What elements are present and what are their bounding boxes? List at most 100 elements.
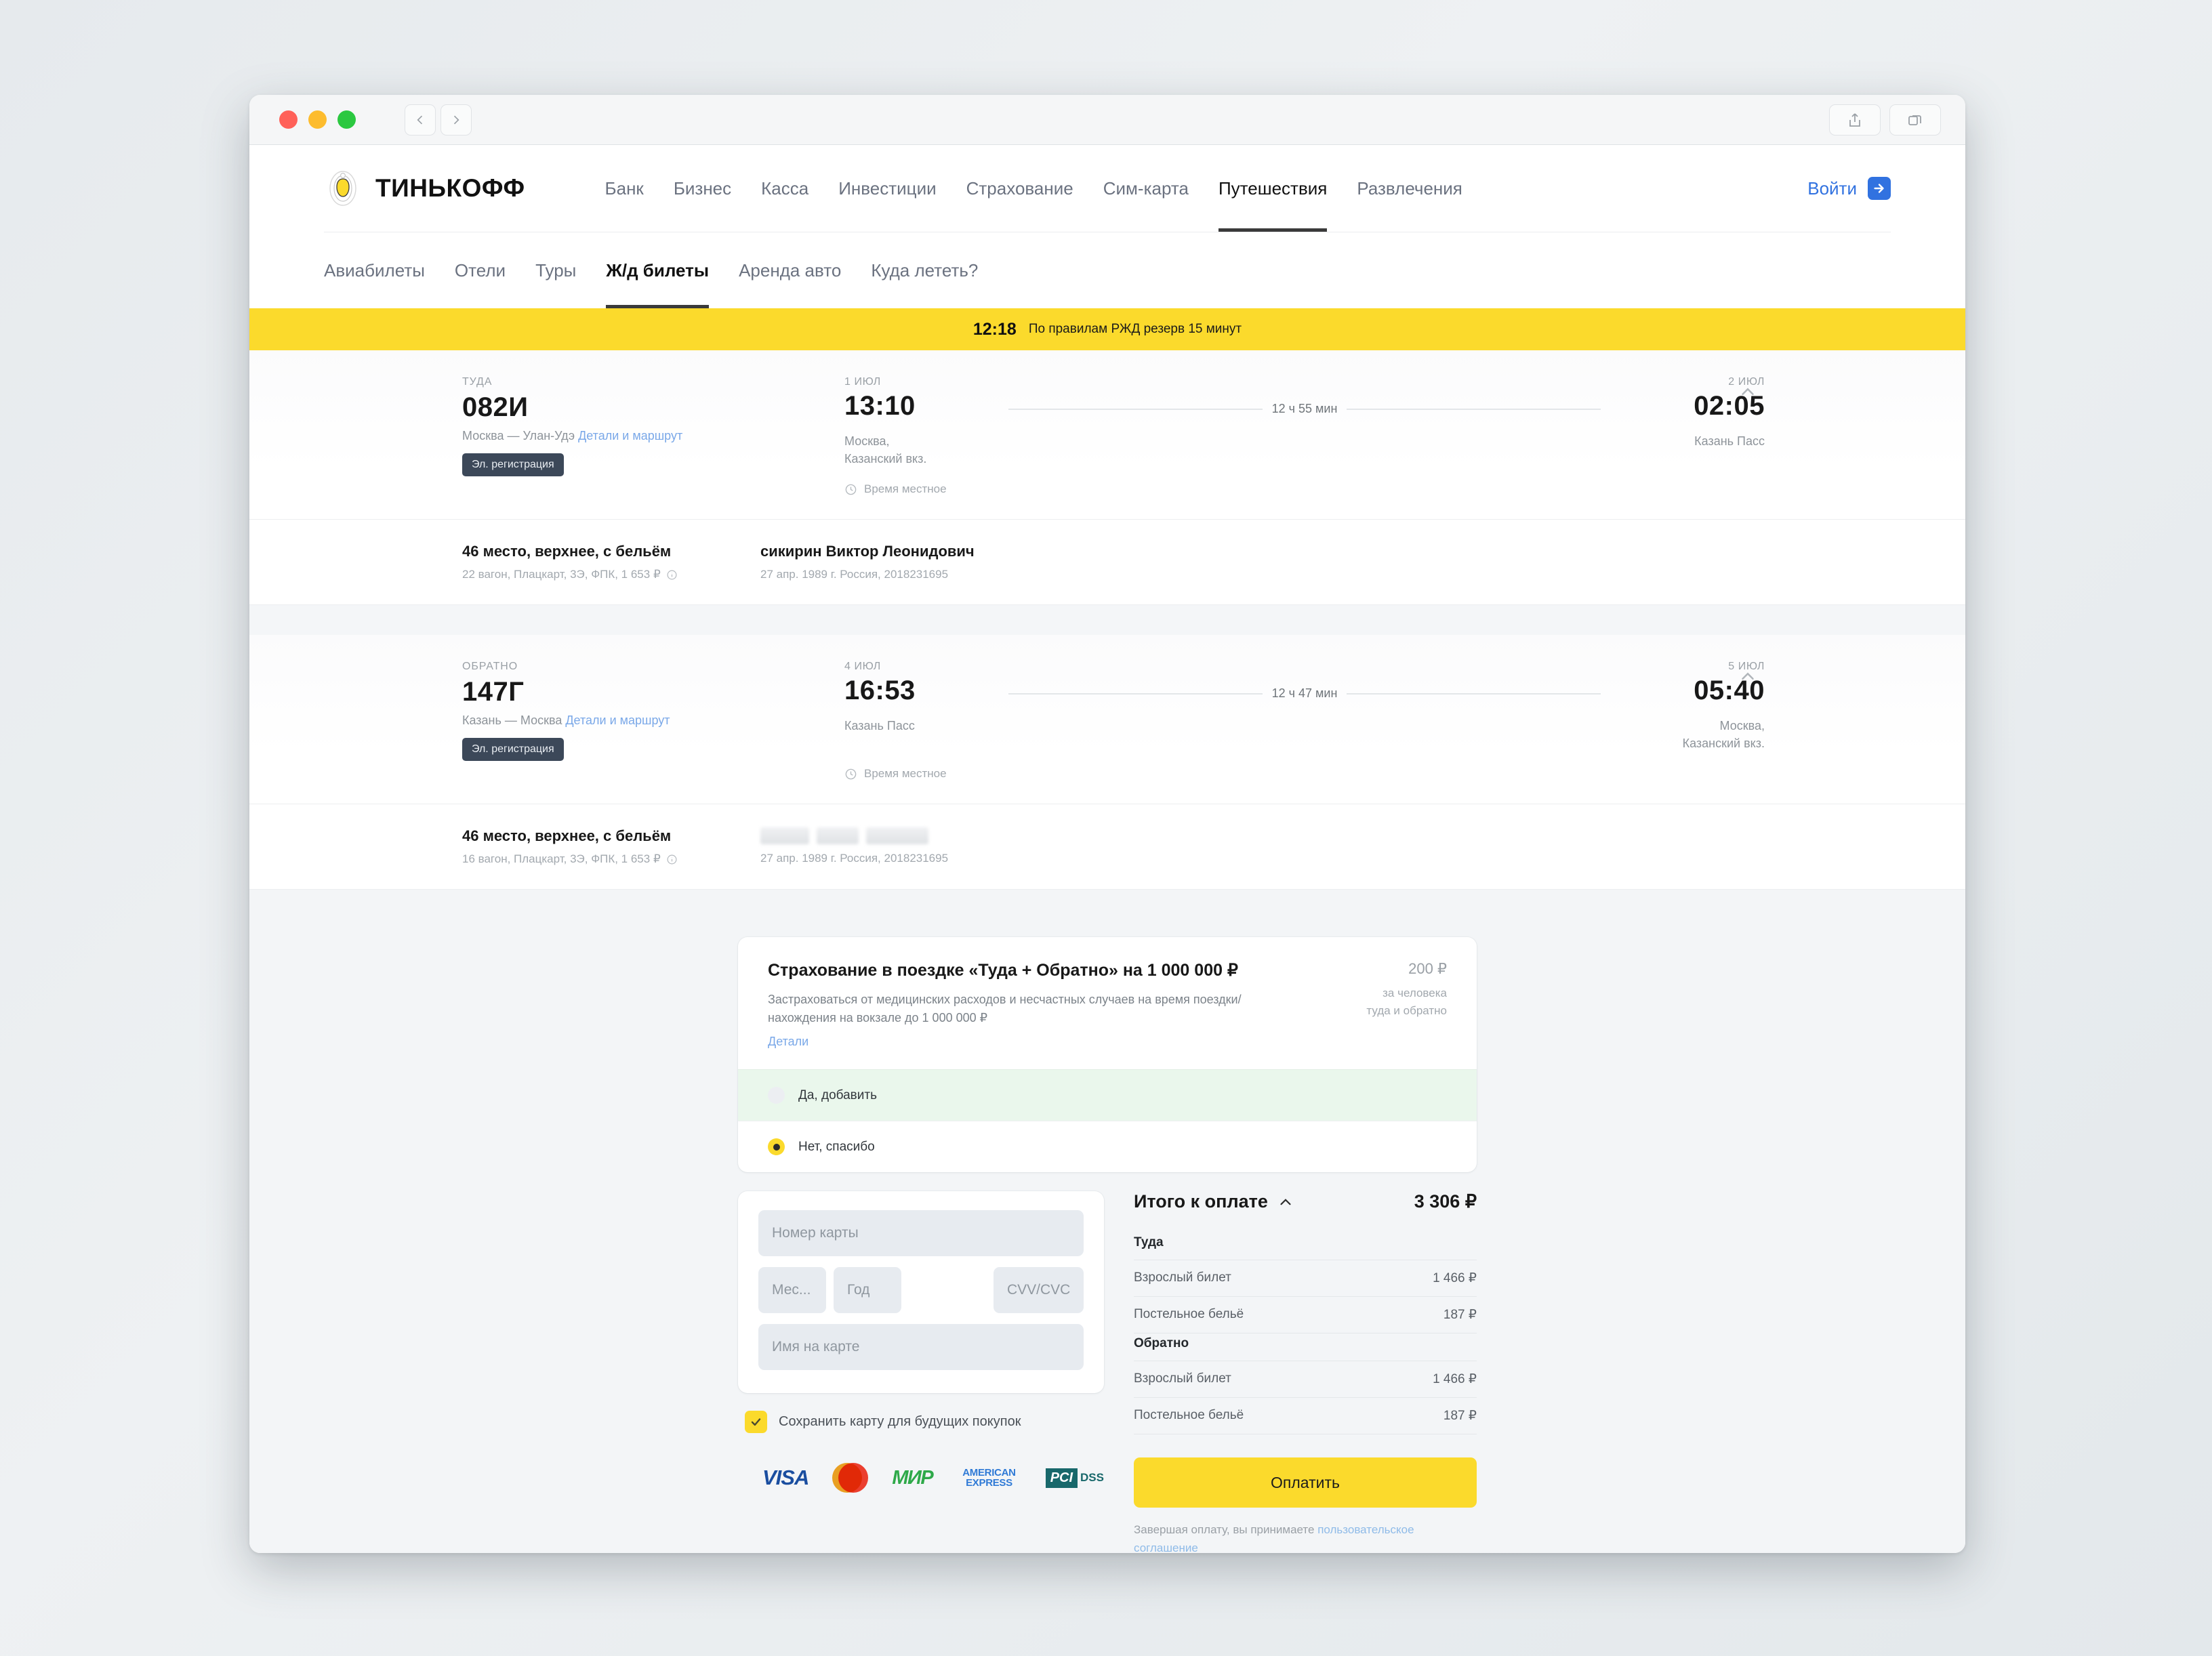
total-line-item: Взрослый билет 1 466 ₽ — [1134, 1361, 1477, 1397]
subnav-item-flights[interactable]: Авиабилеты — [324, 232, 440, 308]
total-line-value: 1 466 ₽ — [1433, 1372, 1477, 1387]
route-details-link[interactable]: Детали и маршрут — [578, 429, 682, 442]
insurance-option-yes[interactable]: Да, добавить — [738, 1069, 1477, 1121]
departure-date: 1 ИЮЛ — [844, 376, 881, 388]
route-cities: Москва — Улан-Удэ — [462, 429, 575, 442]
nav-item-entertainment[interactable]: Развлечения — [1342, 145, 1477, 232]
seat-info: 46 место, верхнее, с бельём 22 вагон, Пл… — [462, 543, 760, 581]
info-icon[interactable] — [666, 854, 678, 865]
login-arrow-icon — [1868, 177, 1891, 200]
insurance-details-link[interactable]: Детали — [768, 1035, 808, 1049]
collapse-trip-button[interactable] — [1738, 666, 1758, 686]
minimize-window-button[interactable] — [308, 110, 327, 129]
cardholder-name-input[interactable]: Имя на карте — [758, 1324, 1084, 1371]
tinkoff-logo[interactable]: ТИНЬКОФФ — [324, 169, 525, 207]
trip-outbound-passenger-row: 46 место, верхнее, с бельём 22 вагон, Пл… — [249, 519, 1965, 606]
browser-titlebar — [249, 95, 1965, 145]
web-page: ТИНЬКОФФ Банк Бизнес Касса Инвестиции Ст… — [249, 145, 1965, 1553]
total-line-label: Постельное бельё — [1134, 1307, 1244, 1322]
local-time-note: Время местное — [844, 482, 1765, 496]
nav-item-simcard[interactable]: Сим-карта — [1088, 145, 1204, 232]
total-line-item: Постельное бельё 187 ₽ — [1134, 1397, 1477, 1434]
login-label: Войти — [1807, 178, 1857, 199]
save-card-checkbox[interactable] — [745, 1411, 767, 1434]
route-details-link[interactable]: Детали и маршрут — [565, 713, 670, 727]
chevron-right-icon — [453, 115, 459, 124]
back-button[interactable] — [405, 104, 436, 136]
nav-item-kassa[interactable]: Касса — [746, 145, 823, 232]
trip-direction-label: ОБРАТНО — [462, 661, 518, 673]
share-button[interactable] — [1829, 104, 1881, 136]
subnav-item-car-rental[interactable]: Аренда авто — [724, 232, 856, 308]
chevron-up-icon — [1280, 1199, 1291, 1205]
agreement-prefix: Завершая оплату, вы принимаете — [1134, 1523, 1318, 1537]
chevron-left-icon — [417, 115, 423, 124]
expiry-month-input[interactable]: Мес... — [758, 1267, 826, 1314]
chevron-up-icon — [1742, 672, 1754, 680]
insurance-option-no[interactable]: Нет, спасибо — [738, 1121, 1477, 1172]
local-time-note: Время местное — [844, 767, 1765, 781]
info-icon[interactable] — [666, 569, 678, 581]
mastercard-logo — [832, 1463, 869, 1493]
duration-block: 12 ч 55 мин — [1000, 402, 1609, 416]
eregistration-badge: Эл. регистрация — [462, 453, 564, 476]
trip-direction-label: ТУДА — [462, 376, 493, 388]
save-card-row[interactable]: Сохранить карту для будущих покупок — [738, 1411, 1104, 1434]
departure-date: 4 ИЮЛ — [844, 661, 881, 673]
clock-icon — [845, 484, 857, 495]
passenger-document: 27 апр. 1989 г. Россия, 2018231695 — [760, 852, 949, 865]
collapse-trip-button[interactable] — [1738, 381, 1758, 402]
train-number: 082И — [462, 392, 529, 422]
route-cities: Казань — Москва — [462, 713, 562, 728]
pay-button[interactable]: Оплатить — [1134, 1457, 1477, 1508]
visa-logo: VISA — [762, 1466, 809, 1490]
total-line-value: 187 ₽ — [1443, 1409, 1477, 1424]
nav-item-travel[interactable]: Путешествия — [1204, 145, 1342, 232]
trip-duration: 12 ч 47 мин — [1271, 686, 1338, 701]
card-number-input[interactable]: Номер карты — [758, 1210, 1084, 1257]
checkout-section: Страхование в поездке «Туда + Обратно» н… — [249, 890, 1965, 1553]
seat-details-text: 16 вагон, Плацкарт, 3Э, ФПК, 1 653 ₽ — [462, 852, 661, 866]
insurance-option-yes-label: Да, добавить — [798, 1088, 877, 1102]
login-button[interactable]: Войти — [1807, 177, 1891, 200]
total-line-label: Взрослый билет — [1134, 1371, 1231, 1386]
seat-title: 46 место, верхнее, с бельём — [462, 543, 672, 560]
subnav-item-hotels[interactable]: Отели — [440, 232, 520, 308]
save-card-label: Сохранить карту для будущих покупок — [779, 1414, 1021, 1430]
nav-item-business[interactable]: Бизнес — [659, 145, 746, 232]
seat-subtitle: 22 вагон, Плацкарт, 3Э, ФПК, 1 653 ₽ — [462, 568, 760, 581]
reservation-timer-bar: 12:18 По правилам РЖД резерв 15 минут — [249, 308, 1965, 350]
total-title: Итого к оплате — [1134, 1191, 1268, 1212]
nav-item-bank[interactable]: Банк — [590, 145, 659, 232]
duration-block: 12 ч 47 мин — [1000, 686, 1609, 701]
forward-button[interactable] — [441, 104, 472, 136]
close-window-button[interactable] — [279, 110, 298, 129]
duration-line-right — [1347, 692, 1601, 695]
maximize-window-button[interactable] — [337, 110, 356, 129]
nav-item-investments[interactable]: Инвестиции — [823, 145, 951, 232]
insurance-description: Застраховаться от медицинских расходов и… — [768, 993, 1242, 1025]
site-header: ТИНЬКОФФ Банк Бизнес Касса Инвестиции Ст… — [249, 145, 1965, 308]
travel-subnavigation: Авиабилеты Отели Туры Ж/д билеты Аренда … — [324, 232, 1891, 308]
payment-system-logos: VISA МИР AMERICAN EXPRESS PCI DSS — [738, 1463, 1104, 1493]
passenger-name: сикирин Виктор Леонидович — [760, 543, 975, 560]
cvv-input[interactable]: CVV/CVC — [994, 1267, 1084, 1314]
trip-return: ОБРАТНО 147Г Казань — Москва Детали и ма… — [249, 635, 1965, 804]
subnav-item-train-tickets[interactable]: Ж/д билеты — [591, 232, 724, 308]
departure-station: Москва, Казанский вкз. — [844, 434, 927, 466]
subnav-item-where-to-fly[interactable]: Куда лететь? — [856, 232, 993, 308]
arrival-station: Москва, Казанский вкз. — [1682, 719, 1765, 751]
total-header[interactable]: Итого к оплате 3 306 ₽ — [1134, 1191, 1477, 1212]
chevron-up-icon — [1742, 388, 1754, 395]
nav-item-insurance[interactable]: Страхование — [951, 145, 1088, 232]
collapse-total-button[interactable] — [1277, 1193, 1294, 1211]
browser-window: ТИНЬКОФФ Банк Бизнес Касса Инвестиции Ст… — [249, 95, 1965, 1553]
trip-return-schedule: 4 ИЮЛ 16:53 Казань Пасс 12 ч 47 мин 5 ИЮ… — [830, 661, 1765, 781]
tabs-button[interactable] — [1889, 104, 1941, 136]
insurance-title: Страхование в поездке «Туда + Обратно» н… — [768, 961, 1238, 980]
expiry-year-input[interactable]: Год — [834, 1267, 901, 1314]
trip-outbound: ТУДА 082И Москва — Улан-Удэ Детали и мар… — [249, 350, 1965, 520]
subnav-item-tours[interactable]: Туры — [520, 232, 591, 308]
agreement-note: Завершая оплату, вы принимаете пользоват… — [1134, 1521, 1459, 1553]
pci-dss-logo: PCI DSS — [1045, 1468, 1104, 1488]
